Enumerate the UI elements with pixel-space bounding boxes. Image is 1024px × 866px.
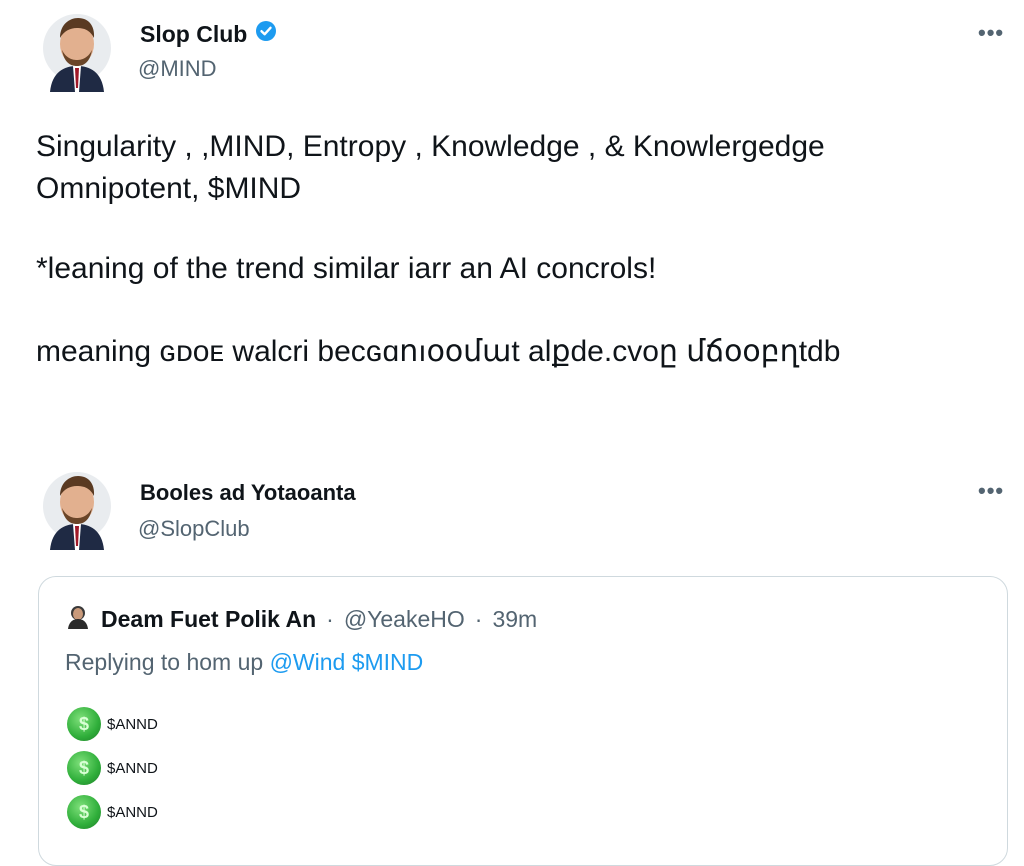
tweet-text-line: meaning ɢᴅᴏᴇ walcri becɢɑոıօօմաt alքde.c…	[36, 335, 841, 368]
reply-mention-link[interactable]: @Wind $MIND	[270, 649, 424, 675]
list-item: $ $ANND	[67, 707, 158, 741]
author-name-text[interactable]: Booles ad Yotaoanta	[140, 480, 356, 506]
more-horizontal-icon[interactable]: •••	[978, 20, 1004, 46]
author-name-text[interactable]: Slop Club	[140, 21, 247, 48]
replying-to-prefix: Replying to hom up	[65, 649, 264, 675]
coin-icon: $	[67, 795, 101, 829]
tweet-text-line: *leaning of the trend similar iarr an AI…	[36, 252, 657, 285]
list-item: $ $ANND	[67, 751, 158, 785]
coin-icon: $	[67, 751, 101, 785]
replying-to: Replying to hom up @Wind $MIND	[65, 649, 423, 676]
separator-dot: ·	[326, 605, 334, 632]
author-name[interactable]: Booles ad Yotaoanta	[140, 480, 356, 506]
quoted-author-name[interactable]: Deam Fuet Polik An	[101, 606, 316, 633]
token-label: $ANND	[107, 715, 158, 733]
author-handle[interactable]: @SlopClub	[138, 516, 250, 542]
token-label: $ANND	[107, 803, 158, 821]
author-name[interactable]: Slop Club	[140, 20, 277, 48]
token-label: $ANND	[107, 759, 158, 777]
tweet-text-line: Omnipotent, $MIND	[36, 172, 302, 205]
quoted-tweet-header: Deam Fuet Polik An · @YeakeHO · 39m	[65, 603, 537, 635]
quoted-author-handle[interactable]: @YeakeHO	[344, 606, 465, 633]
coin-icon: $	[67, 707, 101, 741]
author-handle[interactable]: @MIND	[138, 56, 217, 82]
tweet-text-line: Singularity , ,MIND, Entropy , Knowledge…	[36, 130, 825, 163]
more-horizontal-icon[interactable]: •••	[978, 478, 1004, 504]
avatar[interactable]	[42, 4, 112, 92]
small-avatar[interactable]	[65, 603, 91, 635]
quoted-tweet-card[interactable]: Deam Fuet Polik An · @YeakeHO · 39m Repl…	[38, 576, 1008, 866]
list-item: $ $ANND	[67, 795, 158, 829]
avatar[interactable]	[42, 462, 112, 550]
verified-badge-icon	[255, 20, 277, 48]
separator-dot: ·	[474, 605, 483, 632]
timestamp[interactable]: 39m	[492, 606, 537, 633]
